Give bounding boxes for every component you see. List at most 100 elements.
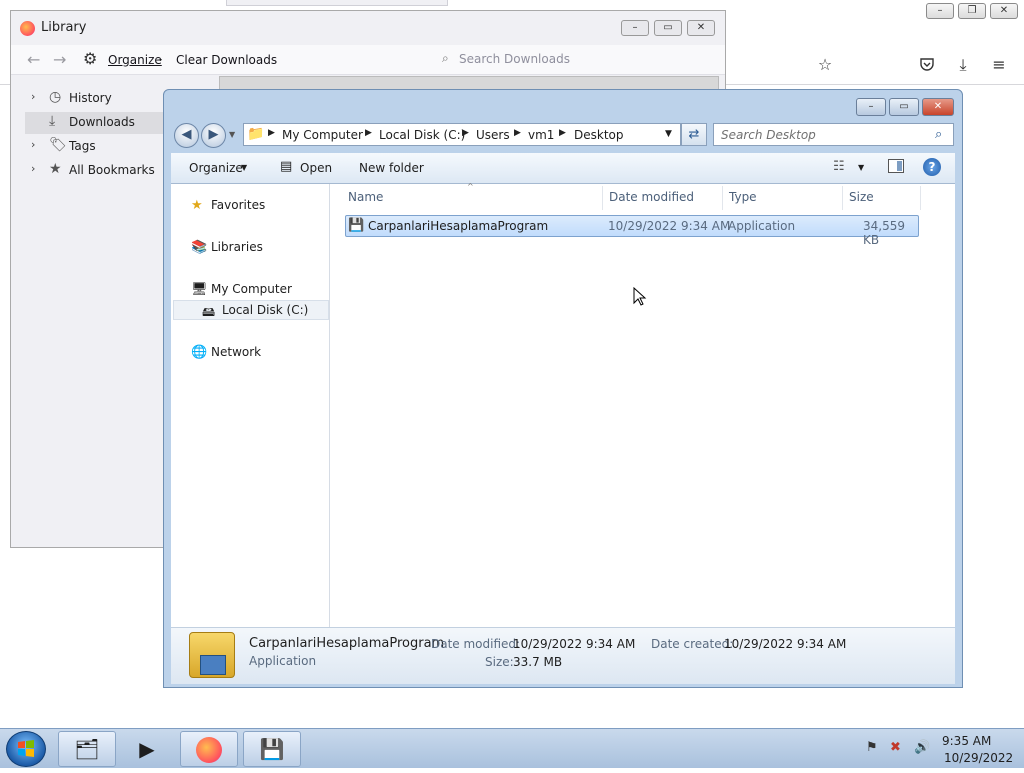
library-maximize-button[interactable]: ▭ xyxy=(654,20,682,36)
star-icon[interactable]: ☆ xyxy=(816,56,834,74)
organize-button[interactable]: Organize xyxy=(108,53,162,67)
breadcrumb-users[interactable]: Users xyxy=(476,128,510,142)
address-dropdown-icon[interactable]: ▼ xyxy=(665,129,672,139)
file-name: CarpanlariHesaplamaProgram xyxy=(368,219,549,233)
network-disconnected-icon[interactable]: ✖ xyxy=(890,740,901,755)
chevron-right-icon[interactable]: › xyxy=(31,162,35,175)
column-divider[interactable] xyxy=(920,186,921,210)
chevron-right-icon[interactable]: › xyxy=(31,138,35,151)
library-close-button[interactable]: ✕ xyxy=(687,20,715,36)
firefox-icon xyxy=(196,737,222,763)
firefox-minimize-button[interactable]: – xyxy=(926,3,954,19)
breadcrumb-separator-icon[interactable]: ▶ xyxy=(559,128,566,138)
detail-date-created: 10/29/2022 9:34 AM xyxy=(724,637,847,651)
breadcrumb-separator-icon[interactable]: ▶ xyxy=(462,128,469,138)
nav-libraries[interactable]: 📚 Libraries xyxy=(171,238,329,258)
library-minimize-button[interactable]: – xyxy=(621,20,649,36)
open-button[interactable]: Open xyxy=(300,161,332,175)
breadcrumb-vm1[interactable]: vm1 xyxy=(528,128,554,142)
download-icon[interactable]: ⤓ xyxy=(954,56,972,74)
gear-icon[interactable]: ⚙ xyxy=(83,49,97,68)
sidebar-item-label: Tags xyxy=(69,139,96,153)
nav-favorites[interactable]: ★ Favorites xyxy=(171,196,329,216)
application-large-icon xyxy=(189,632,235,678)
help-icon[interactable]: ? xyxy=(923,158,941,176)
breadcrumb-my-computer[interactable]: My Computer xyxy=(282,128,363,142)
column-divider[interactable] xyxy=(842,186,843,210)
forward-button[interactable]: ▶ xyxy=(201,123,226,148)
firefox-logo-icon xyxy=(20,21,35,36)
pocket-icon[interactable] xyxy=(918,56,936,74)
explorer-minimize-button[interactable]: – xyxy=(856,98,886,116)
preview-pane-icon[interactable] xyxy=(888,159,904,173)
column-header-date[interactable]: Date modified xyxy=(609,190,694,210)
sidebar-item-label: History xyxy=(69,91,112,105)
command-bar: Organize ▼ ▤ Open New folder ☷ ▼ ? xyxy=(171,153,955,184)
open-app-icon: ▤ xyxy=(280,159,293,174)
firefox-taskbar-button[interactable] xyxy=(180,731,238,767)
menu-icon[interactable]: ≡ xyxy=(990,56,1008,74)
file-row[interactable]: 💾 CarpanlariHesaplamaProgram 10/29/2022 … xyxy=(345,215,919,247)
search-icon: ⌕ xyxy=(935,127,943,142)
media-player-taskbar-button[interactable]: ▶ xyxy=(118,731,176,767)
firefox-close-button[interactable]: ✕ xyxy=(990,3,1018,19)
breadcrumb-separator-icon[interactable]: ▶ xyxy=(268,128,275,138)
firefox-tab[interactable] xyxy=(226,0,448,6)
detail-size: 33.7 MB xyxy=(513,655,563,669)
refresh-button[interactable]: ⇄ xyxy=(681,123,707,146)
taskbar: 🗂 ▶ 💾 ⚑ ✖ 🔊 9:35 AM 10/29/2022 xyxy=(0,728,1024,768)
drive-icon: 🖴 xyxy=(202,305,216,320)
explorer-close-button[interactable]: ✕ xyxy=(922,98,954,116)
clock-time[interactable]: 9:35 AM xyxy=(942,734,991,748)
breadcrumb-separator-icon[interactable]: ▶ xyxy=(514,128,521,138)
sidebar-item-tags[interactable]: › 🏷 Tags xyxy=(25,136,165,158)
back-button[interactable]: ◀ xyxy=(174,123,199,148)
clock-date[interactable]: 10/29/2022 xyxy=(944,751,1013,765)
action-center-icon[interactable]: ⚑ xyxy=(866,740,878,755)
nav-my-computer[interactable]: 🖥 My Computer xyxy=(171,280,329,300)
sidebar-item-all-bookmarks[interactable]: › ★ All Bookmarks xyxy=(25,160,165,182)
column-header-type[interactable]: Type xyxy=(729,190,757,210)
address-bar[interactable]: 📁 ▶ My Computer ▶ Local Disk (C:) ▶ User… xyxy=(243,123,681,146)
explorer-search-input[interactable]: Search Desktop ⌕ xyxy=(713,123,954,146)
organize-button[interactable]: Organize xyxy=(189,161,243,175)
library-titlebar[interactable]: Library – ▭ ✕ xyxy=(11,11,725,45)
application-icon: 💾 xyxy=(348,218,365,233)
chevron-right-icon[interactable]: › xyxy=(31,90,35,103)
recent-pages-chevron-icon[interactable]: ▼ xyxy=(229,130,235,139)
nav-label: My Computer xyxy=(211,282,292,296)
column-divider[interactable] xyxy=(602,186,603,210)
file-type: Application xyxy=(728,219,796,233)
column-header-size[interactable]: Size xyxy=(849,190,874,210)
column-header-name[interactable]: Name xyxy=(348,190,383,210)
back-arrow-icon[interactable]: ← xyxy=(27,50,40,69)
firefox-restore-button[interactable]: ❐ xyxy=(958,3,986,19)
volume-icon[interactable]: 🔊 xyxy=(914,740,930,755)
forward-arrow-icon[interactable]: → xyxy=(53,50,66,69)
sort-ascending-icon: ^ xyxy=(467,182,474,191)
new-folder-button[interactable]: New folder xyxy=(359,161,424,175)
library-search-input[interactable]: ⌕ Search Downloads xyxy=(439,49,719,71)
explorer-taskbar-button[interactable]: 🗂 xyxy=(58,731,116,767)
view-options-icon[interactable]: ☷ xyxy=(833,159,845,174)
breadcrumb-local-disk[interactable]: Local Disk (C:) xyxy=(379,128,465,142)
explorer-maximize-button[interactable]: ▭ xyxy=(889,98,919,116)
nav-label: Favorites xyxy=(211,198,266,212)
program-taskbar-button[interactable]: 💾 xyxy=(243,731,301,767)
view-chevron-down-icon[interactable]: ▼ xyxy=(858,163,864,172)
search-placeholder: Search Downloads xyxy=(459,52,570,66)
sidebar-item-history[interactable]: › ◷ History xyxy=(25,88,165,110)
clear-downloads-button[interactable]: Clear Downloads xyxy=(176,53,277,67)
nav-local-disk[interactable]: 🖴 Local Disk (C:) xyxy=(173,300,329,320)
start-button[interactable] xyxy=(6,731,46,767)
search-icon: ⌕ xyxy=(442,51,449,65)
nav-network[interactable]: 🌐 Network xyxy=(171,343,329,363)
breadcrumb-separator-icon[interactable]: ▶ xyxy=(365,128,372,138)
explorer-window: – ▭ ✕ ◀ ▶ ▼ 📁 ▶ My Computer ▶ Local Disk… xyxy=(163,89,963,688)
tag-icon: 🏷 xyxy=(49,137,67,153)
library-title: Library xyxy=(41,20,87,35)
sidebar-item-downloads[interactable]: ⤓ Downloads xyxy=(25,112,179,134)
chevron-down-icon: ⌄ xyxy=(157,54,164,63)
column-divider[interactable] xyxy=(722,186,723,210)
breadcrumb-desktop[interactable]: Desktop xyxy=(574,128,624,142)
